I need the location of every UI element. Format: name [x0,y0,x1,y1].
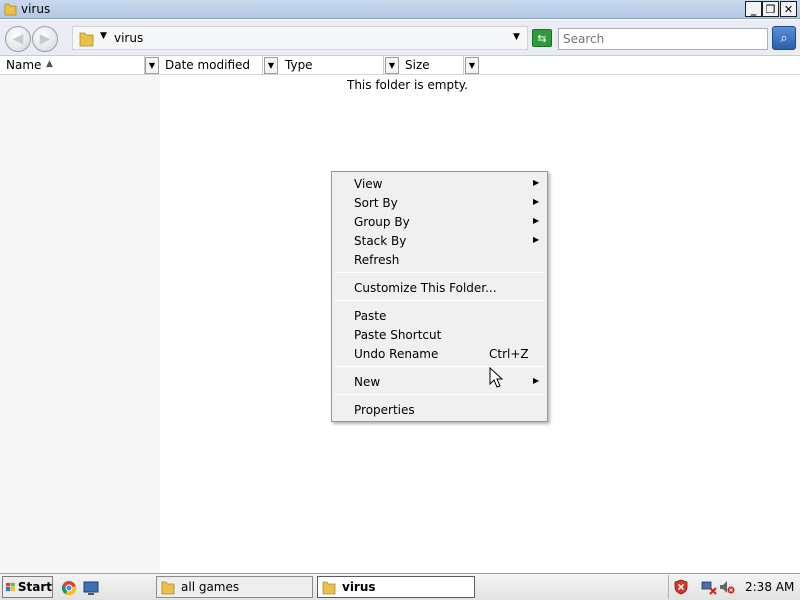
start-button[interactable]: Start [2,576,53,598]
column-headers: Name ▲ ▼ Date modified ▼ Type ▼ Size ▼ [0,56,800,75]
volume-muted-icon[interactable] [719,579,735,595]
refresh-icon: ⇆ [537,31,547,45]
menu-item-refresh[interactable]: Refresh [333,250,546,269]
menu-item-properties[interactable]: Properties [333,400,546,419]
column-dropdown-date-modified[interactable]: ▼ [264,57,278,74]
search-button[interactable]: ⌕ [772,26,796,50]
column-dropdown-size[interactable]: ▼ [465,57,479,74]
menu-item-group-by[interactable]: Group By ▶ [333,212,546,231]
menu-item-stack-by[interactable]: Stack By ▶ [333,231,546,250]
clock[interactable]: 2:38 AM [745,580,794,594]
navigation-toolbar: ◀ ▶ ▼ virus ▼ ⇆ ⌕ [0,20,800,56]
menu-separator [335,394,544,395]
address-path[interactable]: virus [114,31,143,45]
menu-item-paste[interactable]: Paste [333,306,546,325]
folder-icon [161,581,175,594]
forward-button[interactable]: ▶ [32,26,58,52]
column-dropdown-type[interactable]: ▼ [385,57,399,74]
sort-ascending-icon: ▲ [46,59,53,69]
window-title: virus [21,2,51,16]
column-dropdown-name[interactable]: ▼ [145,57,159,74]
submenu-arrow-icon: ▶ [533,216,540,225]
forward-arrow-icon: ▶ [39,31,51,47]
windows-logo-icon [6,582,15,592]
folder-icon [322,581,336,594]
refresh-button[interactable]: ⇆ [532,29,552,47]
column-header-size[interactable]: Size [399,56,464,75]
address-dropdown-icon[interactable]: ▼ [513,32,520,42]
close-button[interactable]: ✕ [780,1,797,17]
mouse-cursor-icon [489,367,504,388]
maximize-button[interactable]: ❐ [762,1,779,17]
navigation-pane[interactable] [0,75,160,573]
address-bar[interactable]: ▼ virus ▼ [72,26,528,50]
taskbar-button-all-games[interactable]: all games [156,576,313,598]
submenu-arrow-icon: ▶ [533,178,540,187]
menu-item-paste-shortcut[interactable]: Paste Shortcut [333,325,546,344]
menu-separator [335,300,544,301]
search-icon: ⌕ [780,30,788,46]
network-disconnected-icon[interactable] [701,579,717,595]
menu-item-undo-rename[interactable]: Undo Rename Ctrl+Z [333,344,546,363]
menu-shortcut: Ctrl+Z [489,347,529,361]
back-arrow-icon: ◀ [12,31,24,47]
minimize-button[interactable]: _ [745,1,762,17]
submenu-arrow-icon: ▶ [533,376,540,385]
folder-icon [79,32,94,47]
column-header-name[interactable]: Name ▲ [0,56,145,75]
menu-separator [335,272,544,273]
chrome-icon[interactable] [61,580,77,596]
search-input[interactable] [558,28,768,50]
system-tray: 2:38 AM [668,575,798,599]
show-desktop-icon[interactable] [83,580,99,596]
menu-item-customize-folder[interactable]: Customize This Folder... [333,278,546,297]
menu-separator [335,366,544,367]
security-alert-icon[interactable] [673,579,689,595]
taskbar-button-virus[interactable]: virus [317,576,475,598]
submenu-arrow-icon: ▶ [533,235,540,244]
empty-folder-message: This folder is empty. [347,78,468,92]
taskbar: Start all games virus 2:38 AM [0,573,800,600]
back-button[interactable]: ◀ [5,26,31,52]
menu-item-view[interactable]: View ▶ [333,174,546,193]
breadcrumb-arrow-icon[interactable]: ▼ [100,31,107,41]
column-header-date-modified[interactable]: Date modified [159,56,263,75]
folder-icon [4,3,17,16]
submenu-arrow-icon: ▶ [533,197,540,206]
column-header-type[interactable]: Type [279,56,384,75]
context-menu: View ▶ Sort By ▶ Group By ▶ Stack By ▶ R… [331,171,548,422]
title-bar[interactable]: virus _ ❐ ✕ [0,0,800,19]
menu-item-sort-by[interactable]: Sort By ▶ [333,193,546,212]
menu-item-new[interactable]: New ▶ [333,372,546,391]
